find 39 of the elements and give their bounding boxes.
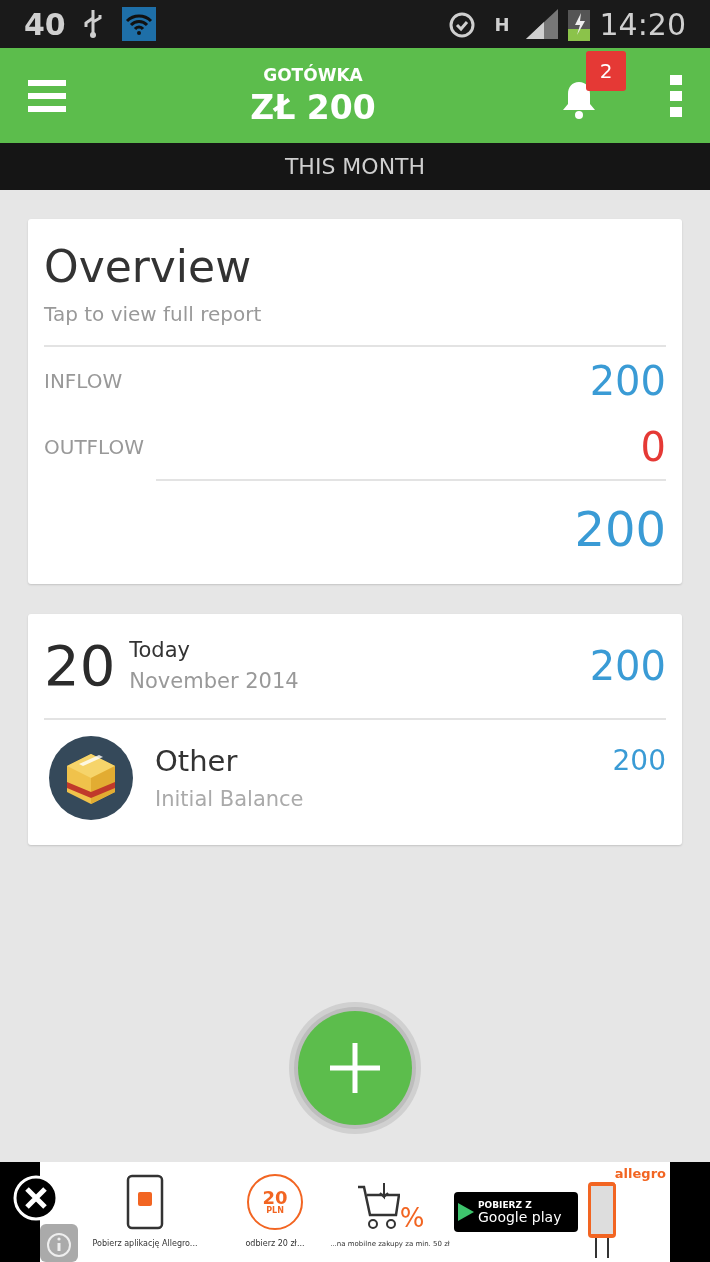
transaction-row[interactable]: Other Initial Balance 200	[44, 720, 666, 844]
day-total: 200	[589, 642, 666, 691]
battery-icon	[567, 7, 590, 41]
status-text: 40	[24, 5, 66, 44]
ad-caption: odbierz 20 zł...	[245, 1238, 305, 1250]
notification-badge: 2	[586, 50, 626, 91]
play-icon	[458, 1203, 474, 1221]
account-balance: ZŁ 200	[250, 88, 376, 129]
month-year: November 2014	[129, 668, 299, 695]
ad-caption: Pobierz aplikację Allegro...	[92, 1238, 198, 1250]
menu-icon[interactable]	[28, 79, 66, 112]
clock: 14:20	[599, 5, 686, 44]
overview-card[interactable]: Overview Tap to view full report INFLOW 200 OUTFLOW 0 200	[28, 219, 682, 584]
store-badge[interactable]: POBIERZ Z Google play	[454, 1192, 578, 1232]
transaction-amount: 200	[612, 743, 666, 779]
flow-amount: 0	[640, 423, 666, 472]
period-label: THIS MONTH	[284, 153, 426, 181]
transaction-note: Initial Balance	[155, 785, 304, 813]
relative-day: Today	[129, 634, 299, 666]
percent-sign: %	[399, 1204, 425, 1231]
phone-icon	[126, 1174, 164, 1230]
flow-label: INFLOW	[44, 368, 123, 395]
overview-subtitle: Tap to view full report	[44, 301, 263, 328]
cart-icon	[355, 1180, 400, 1231]
day-number: 20	[44, 636, 116, 696]
signal-icon	[525, 9, 560, 39]
category-name: Other	[155, 743, 239, 780]
close-icon[interactable]	[13, 1175, 59, 1221]
coupon-badge: 20 PLN	[247, 1174, 303, 1230]
overview-title: Overview	[44, 240, 253, 294]
wifi-icon	[121, 7, 156, 41]
period-bar[interactable]: THIS MONTH	[0, 143, 710, 190]
flow-label: OUTFLOW	[44, 434, 145, 461]
flow-amount: 200	[589, 357, 666, 406]
more-options-icon[interactable]	[670, 74, 682, 117]
box-icon	[49, 736, 133, 820]
plus-icon	[330, 1043, 380, 1093]
network-type: H	[494, 12, 510, 37]
overview-total: 200	[574, 500, 666, 559]
